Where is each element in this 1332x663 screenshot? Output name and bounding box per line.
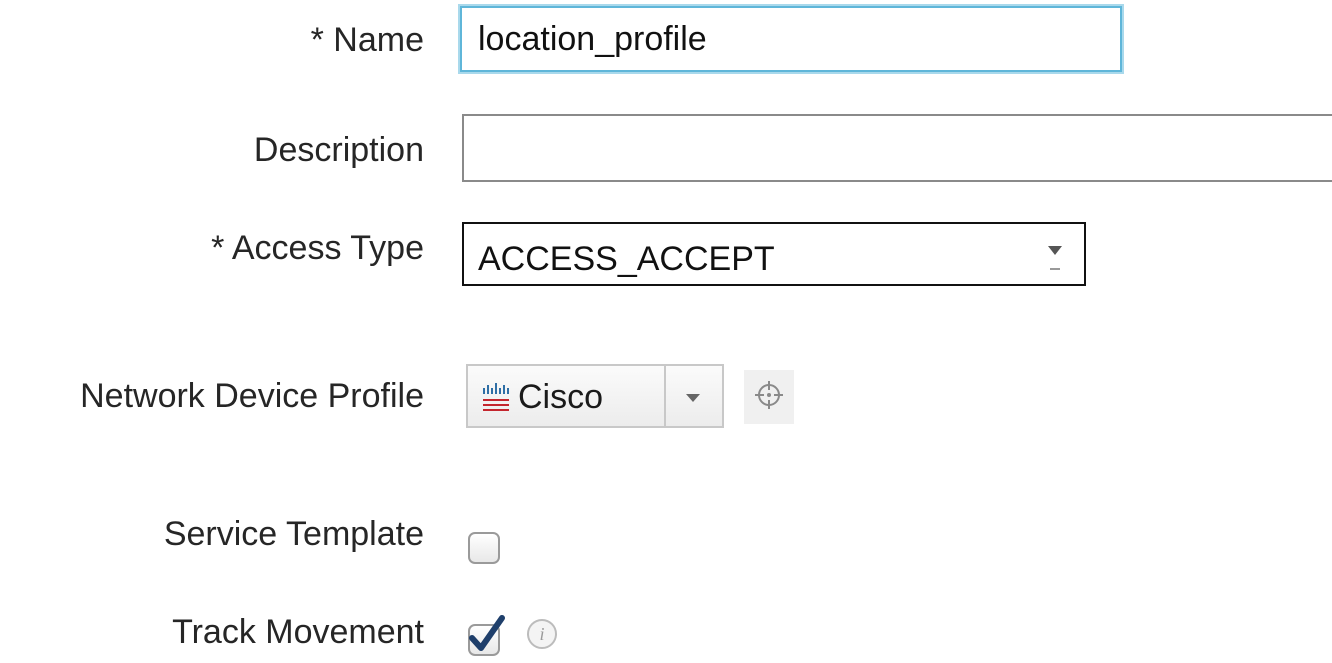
dropdown-underline <box>1050 268 1060 270</box>
description-label: Description <box>253 131 424 169</box>
checkmark-icon <box>469 615 505 651</box>
access-type-select[interactable]: ACCESS_ACCEPT <box>462 222 1086 286</box>
dropdown-divider <box>664 366 666 426</box>
chevron-down-icon <box>1048 246 1062 255</box>
access-type-value: ACCESS_ACCEPT <box>478 240 775 278</box>
network-device-profile-label: Network Device Profile <box>80 377 424 415</box>
track-movement-checkbox[interactable] <box>468 615 505 656</box>
access-type-label: * Access Type <box>211 229 424 267</box>
name-label: * Name <box>310 21 424 59</box>
svg-text:i: i <box>539 624 544 644</box>
network-device-profile-select[interactable]: Cisco <box>466 364 724 428</box>
service-template-checkbox[interactable] <box>468 532 500 564</box>
cisco-logo-icon <box>483 383 509 411</box>
info-icon[interactable]: i <box>526 618 558 650</box>
network-device-profile-value: Cisco <box>518 378 604 416</box>
track-movement-label: Track Movement <box>172 613 424 651</box>
description-field[interactable] <box>462 114 1332 182</box>
name-field[interactable] <box>460 6 1122 72</box>
crosshair-target-icon <box>755 381 783 409</box>
select-profile-button[interactable] <box>744 370 794 424</box>
chevron-down-icon[interactable] <box>686 394 700 402</box>
service-template-label: Service Template <box>163 515 424 553</box>
